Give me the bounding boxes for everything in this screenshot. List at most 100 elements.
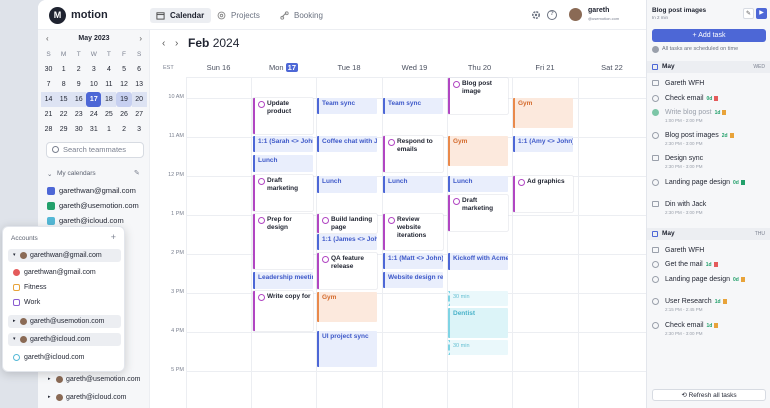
task-checkbox[interactable] xyxy=(652,298,659,305)
event[interactable]: Team sync xyxy=(317,98,377,114)
event[interactable]: Leadership meeting xyxy=(253,272,313,289)
event-task[interactable]: Update product xyxy=(253,98,313,134)
event[interactable]: UI project sync xyxy=(317,331,377,367)
mini-day[interactable]: 1 xyxy=(56,62,71,77)
mini-day[interactable]: 26 xyxy=(116,107,131,122)
tab-calendar[interactable]: Calendar xyxy=(150,8,212,23)
day-header[interactable]: Sun 16 xyxy=(186,63,251,75)
event-task[interactable]: Respond to emails xyxy=(383,136,443,172)
mini-day[interactable]: 14 xyxy=(41,92,57,107)
task-checkbox[interactable] xyxy=(652,95,659,102)
event[interactable]: Gym xyxy=(317,292,377,322)
day-header-today[interactable]: Mon 17 xyxy=(251,63,316,75)
account-calendar-item[interactable]: garethwan@gmail.com xyxy=(8,266,121,279)
task-item[interactable]: Get the mail 1d xyxy=(652,259,768,270)
event[interactable]: 1:1 (James <> John) xyxy=(317,234,377,250)
account-calendar-item[interactable]: Work xyxy=(8,296,121,309)
task-item[interactable]: Gareth WFH xyxy=(652,78,768,89)
calendar-checkbox[interactable] xyxy=(13,299,20,306)
mini-day[interactable]: 23 xyxy=(71,107,86,122)
event-task[interactable]: Draft marketing xyxy=(448,195,508,231)
mini-day[interactable]: 18 xyxy=(101,92,117,107)
mini-day[interactable]: 15 xyxy=(56,92,72,107)
day-header[interactable]: Fri 21 xyxy=(512,63,578,75)
event[interactable]: Lunch xyxy=(383,176,443,193)
mini-day[interactable]: 19 xyxy=(116,92,132,107)
task-item[interactable]: Landing page design 0d xyxy=(652,177,768,188)
event-travel[interactable]: 30 min xyxy=(448,291,508,306)
mini-day[interactable]: 3 xyxy=(132,122,147,137)
event[interactable]: Team sync xyxy=(383,98,443,114)
task-item[interactable]: Din with Jack xyxy=(652,199,768,210)
next-month-icon[interactable]: › xyxy=(139,34,142,43)
calendar-item[interactable]: gareth@usemotion.com xyxy=(47,201,139,210)
mini-day[interactable]: 20 xyxy=(131,92,147,107)
event[interactable]: 1:1 (Amy <> John) xyxy=(513,136,573,152)
event-task[interactable]: Review website iterations xyxy=(383,214,443,250)
mini-day[interactable]: 2 xyxy=(71,62,86,77)
mini-day[interactable]: 5 xyxy=(116,62,131,77)
day-header[interactable]: Sat 22 xyxy=(578,63,646,75)
task-item[interactable]: Gareth WFH xyxy=(652,245,768,256)
event-task[interactable]: Write copy for xyxy=(253,291,313,331)
tab-projects[interactable]: Projects xyxy=(211,8,267,23)
add-account-icon[interactable]: + xyxy=(111,232,116,242)
task-item[interactable]: User Research 1d xyxy=(652,296,768,307)
event[interactable]: Gym xyxy=(513,98,573,128)
task-item[interactable]: Landing page design 0d xyxy=(652,274,768,285)
next-week-icon[interactable]: › xyxy=(175,38,178,49)
event-task[interactable]: Ad graphics xyxy=(513,176,573,212)
mini-day[interactable]: 10 xyxy=(86,77,101,92)
account-group-header[interactable]: ▾ gareth@icloud.com xyxy=(8,333,121,346)
account-group-header[interactable]: ▾ garethwan@gmail.com xyxy=(8,249,121,262)
week-grid[interactable]: Update product 1:1 (Sarah <> John) Lunch… xyxy=(186,77,646,408)
mini-day[interactable]: 3 xyxy=(86,62,101,77)
calendar-checkbox[interactable] xyxy=(13,354,20,361)
event-task[interactable]: Blog post image xyxy=(448,78,508,114)
prev-week-icon[interactable]: ‹ xyxy=(162,38,165,49)
day-header[interactable]: Wed 19 xyxy=(382,63,447,75)
event-task[interactable]: Prep for design xyxy=(253,214,313,269)
edit-task-button[interactable]: ✎ xyxy=(743,8,754,19)
settings-icon[interactable] xyxy=(531,10,541,20)
account-calendar-item[interactable]: gareth@icloud.com xyxy=(8,351,121,364)
task-checkbox[interactable] xyxy=(652,132,659,139)
task-checkbox[interactable] xyxy=(652,322,659,329)
mini-day[interactable]: 2 xyxy=(116,122,131,137)
event[interactable]: 1:1 (Sarah <> John) xyxy=(253,136,313,152)
event[interactable]: 1:1 (Matt <> John) xyxy=(383,253,443,269)
mini-day[interactable]: 22 xyxy=(56,107,71,122)
task-completed-icon[interactable] xyxy=(652,109,659,116)
event[interactable]: Dentist xyxy=(448,308,508,338)
teammate-item[interactable]: ▸ gareth@usemotion.com xyxy=(48,376,140,383)
event[interactable]: Lunch xyxy=(253,155,313,172)
mini-day[interactable]: 1 xyxy=(101,122,116,137)
my-calendars-heading[interactable]: ⌄ My calendars xyxy=(47,170,96,178)
mini-day[interactable]: 29 xyxy=(56,122,71,137)
mini-day[interactable]: 24 xyxy=(86,107,101,122)
search-teammates-input[interactable]: Search teammates xyxy=(46,142,144,158)
event[interactable]: Kickoff with Acme xyxy=(448,253,508,270)
event-task[interactable]: Build landing page xyxy=(317,214,377,233)
user-avatar[interactable] xyxy=(569,8,582,21)
account-group-header[interactable]: ▸ gareth@usemotion.com xyxy=(8,315,121,328)
teammate-item[interactable]: ▸ gareth@icloud.com xyxy=(48,394,126,401)
event-task[interactable]: QA feature release xyxy=(317,253,377,289)
mini-day[interactable]: 30 xyxy=(41,62,56,77)
task-item[interactable]: Blog post images 2d xyxy=(652,130,768,141)
task-item[interactable]: Check email 1d xyxy=(652,320,768,331)
mini-day-today[interactable]: 17 xyxy=(86,92,102,107)
account-calendar-item[interactable]: Fitness xyxy=(8,281,121,294)
task-item[interactable]: Write blog post 1d xyxy=(652,107,768,118)
event-task[interactable]: Draft marketing xyxy=(253,175,313,211)
mini-day[interactable]: 7 xyxy=(41,77,56,92)
task-item[interactable]: Design sync xyxy=(652,153,768,164)
calendar-item[interactable]: garethwan@gmail.com xyxy=(47,186,136,195)
event[interactable]: Website design review xyxy=(383,272,443,288)
mini-day[interactable]: 28 xyxy=(41,122,56,137)
task-checkbox[interactable] xyxy=(652,179,659,186)
refresh-all-tasks-button[interactable]: ⟲ Refresh all tasks xyxy=(652,389,766,401)
mini-day[interactable]: 21 xyxy=(41,107,56,122)
mini-day[interactable]: 6 xyxy=(132,62,147,77)
add-task-button[interactable]: + Add task xyxy=(652,29,766,42)
